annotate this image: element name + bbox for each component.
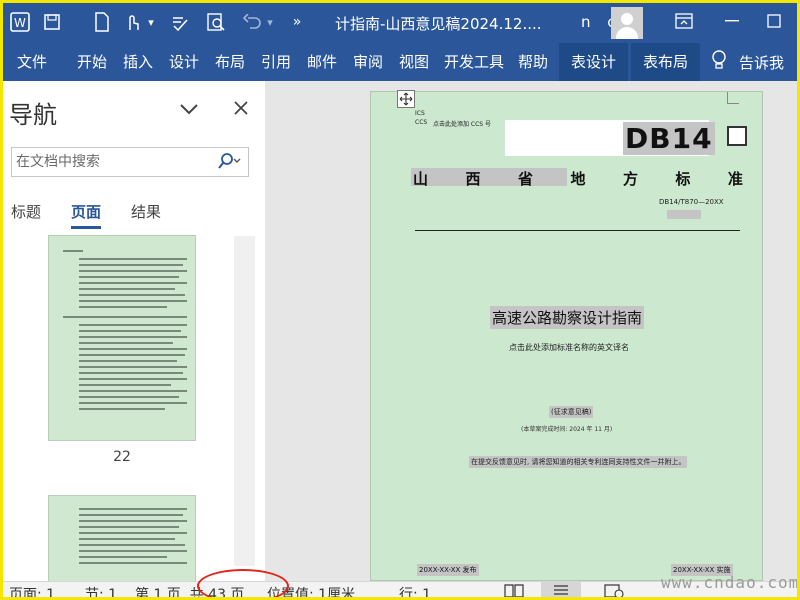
tab-design[interactable]: 设计 xyxy=(169,43,199,81)
standard-type-heading: 山 西 省 地 方 标 准 xyxy=(413,168,743,189)
tab-references[interactable]: 引用 xyxy=(261,43,291,81)
ics-label: ICS xyxy=(415,110,425,117)
save-icon[interactable] xyxy=(39,9,65,35)
print-preview-icon[interactable] xyxy=(203,9,229,35)
nav-options-chevron-icon[interactable] xyxy=(179,99,199,120)
heading-char: 标 xyxy=(675,170,691,188)
draft-date[interactable]: (本草案完成时间: 2024 年 11 月) xyxy=(521,424,612,433)
std-number-highlight xyxy=(667,210,701,219)
status-line[interactable]: 行: 1 xyxy=(399,584,431,597)
page-corner-mark xyxy=(727,92,739,104)
window-frame: W ▾ ▾ » 计指南-山西意见稿2024.12.... n c 文件 开始 插… xyxy=(0,0,800,600)
tab-pages[interactable]: 页面 xyxy=(71,201,102,229)
tab-results[interactable]: 结果 xyxy=(131,201,161,222)
minimize-icon[interactable] xyxy=(709,3,755,39)
tab-mailings[interactable]: 邮件 xyxy=(307,43,337,81)
search-icon[interactable] xyxy=(218,152,242,174)
tab-insert[interactable]: 插入 xyxy=(123,43,153,81)
standard-title[interactable]: 高速公路勘察设计指南 xyxy=(490,306,645,329)
search-input[interactable] xyxy=(16,152,212,172)
tab-layout[interactable]: 布局 xyxy=(215,43,245,81)
read-mode-icon[interactable] xyxy=(503,583,525,597)
document-title: 计指南-山西意见稿2024.12.... xyxy=(335,15,542,33)
ccs-label: CCS xyxy=(415,119,428,126)
tab-view[interactable]: 视图 xyxy=(399,43,429,81)
heading-char: 西 xyxy=(465,170,481,188)
nav-search-box xyxy=(11,147,249,177)
tell-me-search[interactable]: 告诉我 xyxy=(711,43,784,81)
ribbon-display-options-icon[interactable] xyxy=(661,3,707,39)
annotation-circle xyxy=(197,569,289,597)
tab-developer[interactable]: 开发工具 xyxy=(444,43,504,81)
tab-table-design[interactable]: 表设计 xyxy=(559,43,629,81)
tell-me-label: 告诉我 xyxy=(739,53,785,72)
lightbulb-icon xyxy=(711,50,727,74)
heading-char: 省 xyxy=(517,170,533,188)
db-checkbox[interactable] xyxy=(727,126,747,146)
print-layout-icon[interactable] xyxy=(541,582,581,597)
undo-dropdown-icon[interactable]: ▾ xyxy=(263,9,277,35)
page-thumbnails: 22 xyxy=(3,235,255,581)
heading-char: 山 xyxy=(413,170,429,188)
heading-char: 方 xyxy=(622,170,638,188)
ribbon-tabs: 文件 开始 插入 设计 布局 引用 邮件 审阅 视图 开发工具 帮助 表设计 表… xyxy=(3,43,797,81)
db-label[interactable]: DB14 xyxy=(623,122,715,155)
touch-mode-icon[interactable] xyxy=(119,9,145,35)
nav-scrollbar[interactable] xyxy=(234,236,255,566)
spelling-check-icon[interactable] xyxy=(167,9,193,35)
avatar[interactable] xyxy=(611,7,643,39)
new-document-icon[interactable] xyxy=(89,9,115,35)
svg-text:W: W xyxy=(14,16,26,30)
tab-home[interactable]: 开始 xyxy=(77,43,107,81)
undo-icon[interactable] xyxy=(239,9,265,35)
status-page[interactable]: 页面: 1 xyxy=(9,584,55,597)
thumbnail-page-number: 22 xyxy=(113,449,131,465)
web-layout-icon[interactable] xyxy=(603,583,625,597)
standard-number[interactable]: DB14/T870—20XX xyxy=(659,198,724,206)
status-section[interactable]: 节: 1 xyxy=(85,584,117,597)
nav-title: 导航 xyxy=(9,101,57,129)
document-area: ICS CCS 点击此处添加 CCS 号 DB14 山 西 省 地 方 标 准 … xyxy=(269,81,797,581)
navigation-pane: 导航 标题 页面 结果 xyxy=(3,81,265,581)
ccs-hint[interactable]: 点击此处添加 CCS 号 xyxy=(433,119,491,128)
nav-close-icon[interactable] xyxy=(233,97,249,121)
tab-file[interactable]: 文件 xyxy=(17,43,47,81)
maximize-icon[interactable] xyxy=(751,3,797,39)
word-logo-icon[interactable]: W xyxy=(7,9,33,35)
document-page[interactable]: ICS CCS 点击此处添加 CCS 号 DB14 山 西 省 地 方 标 准 … xyxy=(370,90,763,581)
page-thumbnail-23[interactable] xyxy=(48,495,196,581)
english-title-hint[interactable]: 点击此处添加标准名称的英文译名 xyxy=(509,342,629,353)
publish-date[interactable]: 20XX-XX-XX 发布 xyxy=(417,564,479,576)
heading-char: 准 xyxy=(727,170,743,188)
table-move-handle-icon[interactable] xyxy=(397,90,415,108)
feedback-note[interactable]: 在提交反馈意见时, 请将您知道的相关专利连同支持性文件一并附上。 xyxy=(469,456,688,468)
page-thumbnail-22[interactable] xyxy=(48,235,196,441)
header-rule xyxy=(415,230,740,231)
tab-review[interactable]: 审阅 xyxy=(353,43,383,81)
draft-label[interactable]: (征求意见稿) xyxy=(549,406,594,418)
tab-table-layout[interactable]: 表布局 xyxy=(631,43,701,81)
qat-overflow-icon[interactable]: » xyxy=(287,9,307,35)
touch-mode-dropdown-icon[interactable]: ▾ xyxy=(143,9,159,35)
title-bar: W ▾ ▾ » 计指南-山西意见稿2024.12.... n c xyxy=(3,3,797,43)
heading-char: 地 xyxy=(570,170,586,188)
tab-headings[interactable]: 标题 xyxy=(11,201,41,222)
watermark: www.cndao.com xyxy=(661,573,800,592)
tab-help[interactable]: 帮助 xyxy=(518,43,548,81)
